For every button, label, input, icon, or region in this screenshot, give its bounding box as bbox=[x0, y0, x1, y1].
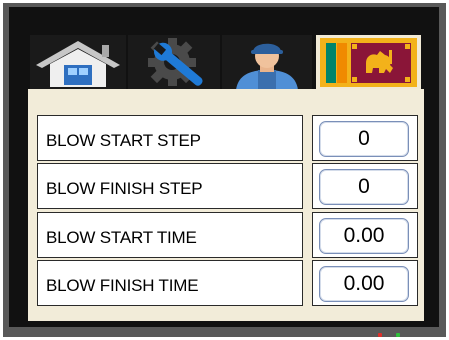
tab-operator[interactable] bbox=[222, 35, 312, 90]
value-frame: 0 bbox=[312, 163, 418, 209]
param-label: BLOW FINISH TIME bbox=[46, 276, 199, 295]
tab-settings[interactable] bbox=[128, 35, 220, 90]
tab-language-flag[interactable] bbox=[316, 35, 421, 90]
status-led-red bbox=[378, 333, 382, 337]
param-label: BLOW START TIME bbox=[46, 228, 197, 247]
settings-icon bbox=[128, 35, 220, 90]
blow-finish-time-field[interactable]: 0.00 bbox=[319, 266, 409, 302]
value-frame: 0 bbox=[312, 115, 418, 161]
blow-start-step-field[interactable]: 0 bbox=[319, 121, 409, 157]
label-blow-start-step: BLOW START STEP bbox=[37, 115, 303, 161]
home-icon bbox=[30, 35, 126, 90]
tab-home[interactable] bbox=[30, 35, 126, 90]
status-led-green bbox=[396, 333, 400, 337]
blow-finish-step-field[interactable]: 0 bbox=[319, 169, 409, 205]
label-blow-finish-step: BLOW FINISH STEP bbox=[37, 163, 303, 209]
param-label: BLOW FINISH STEP bbox=[46, 179, 203, 198]
label-blow-finish-time: BLOW FINISH TIME bbox=[37, 260, 303, 306]
value-frame: 0.00 bbox=[312, 212, 418, 258]
value-frame: 0.00 bbox=[312, 260, 418, 306]
blow-start-time-field[interactable]: 0.00 bbox=[319, 218, 409, 254]
sri-lanka-flag-icon bbox=[316, 35, 421, 90]
operator-icon bbox=[222, 35, 312, 90]
param-label: BLOW START STEP bbox=[46, 131, 201, 150]
label-blow-start-time: BLOW START TIME bbox=[37, 212, 303, 258]
